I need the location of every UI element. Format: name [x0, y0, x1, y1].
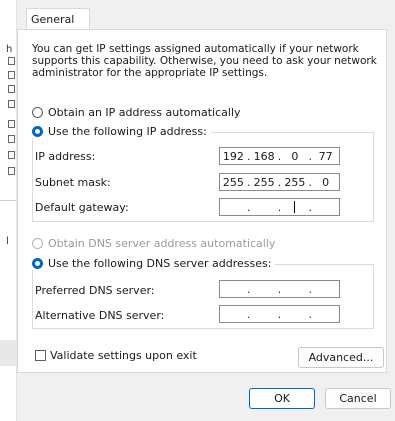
ip-address-label: IP address:	[35, 150, 96, 163]
default-gateway-input[interactable]: . . .	[219, 198, 340, 216]
subnet-octet-4: 0	[322, 175, 330, 189]
use-following-ip-label: Use the following IP address:	[48, 125, 207, 138]
radio-selected-icon	[32, 126, 43, 137]
background-checkbox	[8, 71, 15, 79]
subnet-octet-1: 255	[222, 175, 244, 189]
tab-strip: General	[17, 0, 395, 30]
background-text-fragment: l	[6, 236, 9, 247]
ip-address-input[interactable]: 192. 168. 0. 77	[219, 147, 340, 165]
background-checkbox	[8, 151, 15, 159]
preferred-dns-input[interactable]: . . .	[219, 280, 340, 298]
background-bar	[0, 340, 16, 366]
description-text: You can get IP settings assigned automat…	[32, 43, 377, 79]
background-checkbox	[8, 120, 15, 128]
background-window: h l	[0, 0, 17, 421]
obtain-ip-automatically-radio[interactable]: Obtain an IP address automatically	[32, 106, 241, 119]
checkbox-unchecked-icon	[35, 350, 46, 361]
use-following-dns-label: Use the following DNS server addresses:	[48, 257, 272, 270]
background-checkbox	[8, 167, 15, 175]
alternative-dns-input[interactable]: . . .	[219, 305, 340, 323]
ip-octet-1: 192	[222, 149, 244, 163]
background-divider	[0, 200, 16, 201]
subnet-octet-3: 255	[284, 175, 306, 189]
subnet-mask-input[interactable]: 255. 255. 255. 0	[219, 173, 340, 191]
background-checkbox	[8, 85, 15, 93]
obtain-ip-automatically-label: Obtain an IP address automatically	[48, 106, 241, 119]
radio-disabled-icon	[32, 238, 43, 249]
use-following-ip-radio[interactable]: Use the following IP address:	[32, 125, 211, 138]
text-caret	[294, 201, 295, 213]
validate-settings-checkbox[interactable]: Validate settings upon exit	[35, 349, 197, 362]
background-checkbox	[8, 135, 15, 143]
alternative-dns-label: Alternative DNS server:	[35, 309, 165, 322]
cancel-button[interactable]: Cancel	[325, 388, 391, 409]
subnet-octet-2: 255	[253, 175, 275, 189]
advanced-button[interactable]: Advanced...	[298, 347, 384, 368]
general-tab-panel: You can get IP settings assigned automat…	[17, 29, 387, 373]
ip-octet-4: 77	[318, 149, 333, 163]
subnet-mask-label: Subnet mask:	[35, 176, 111, 189]
default-gateway-label: Default gateway:	[35, 201, 129, 214]
background-text-fragment: h	[6, 44, 13, 55]
ok-button[interactable]: OK	[249, 388, 315, 409]
obtain-dns-automatically-radio[interactable]: Obtain DNS server address automatically	[32, 237, 275, 250]
validate-settings-label: Validate settings upon exit	[50, 349, 197, 362]
ip-octet-2: 168	[253, 149, 275, 163]
tab-general[interactable]: General	[26, 8, 90, 30]
background-checkbox	[8, 57, 15, 65]
obtain-dns-automatically-label: Obtain DNS server address automatically	[48, 237, 276, 250]
radio-selected-icon	[32, 258, 43, 269]
ipv4-properties-dialog: General You can get IP settings assigned…	[17, 0, 395, 421]
ip-octet-3: 0	[291, 149, 299, 163]
radio-unselected-icon	[32, 107, 43, 118]
use-following-dns-radio[interactable]: Use the following DNS server addresses:	[32, 257, 276, 270]
preferred-dns-label: Preferred DNS server:	[35, 284, 155, 297]
background-checkbox	[8, 100, 15, 108]
